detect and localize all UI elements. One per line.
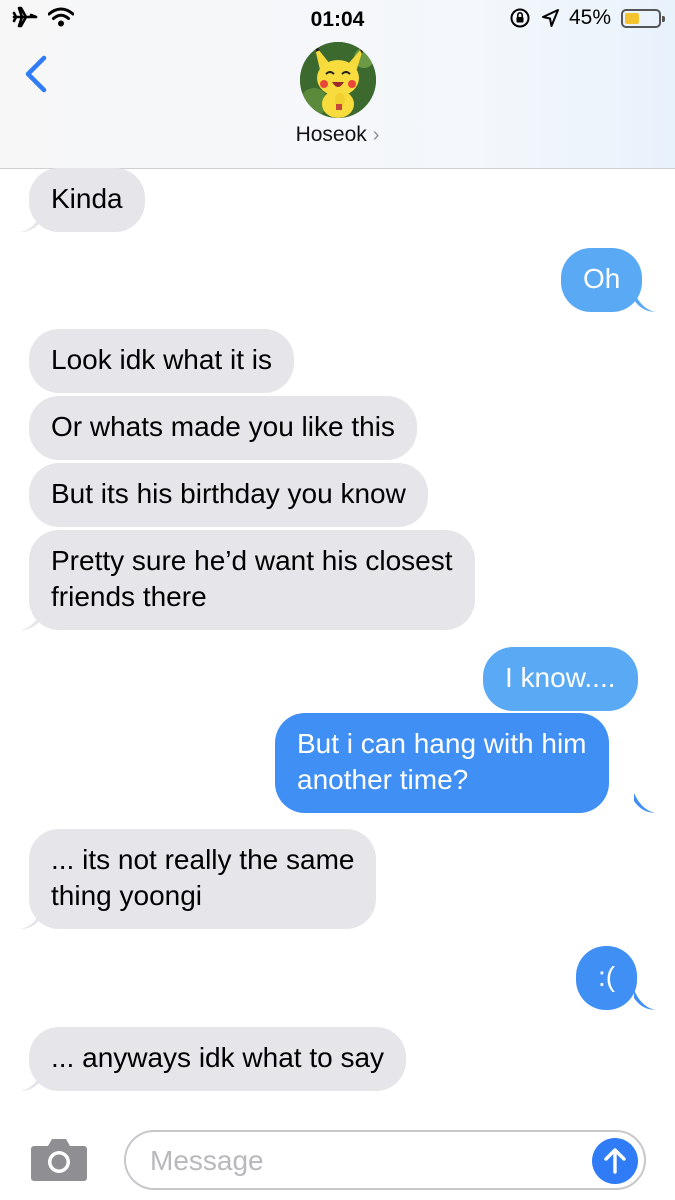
chevron-left-icon bbox=[25, 55, 47, 93]
bubble-tail bbox=[20, 1071, 42, 1091]
camera-icon bbox=[31, 1139, 87, 1181]
bubble-tail bbox=[634, 793, 656, 813]
bubble-tail bbox=[634, 990, 656, 1010]
sent-message[interactable]: I know.... bbox=[483, 647, 638, 711]
bubble-tail bbox=[634, 292, 656, 312]
pikachu-avatar-image bbox=[300, 42, 376, 118]
battery-icon bbox=[621, 8, 665, 28]
received-message[interactable]: Kinda bbox=[29, 168, 145, 232]
message-input[interactable] bbox=[148, 1140, 582, 1182]
chevron-right-icon: › bbox=[372, 124, 380, 146]
contact-avatar[interactable] bbox=[300, 42, 376, 118]
sent-message[interactable]: Oh bbox=[561, 248, 643, 312]
bubble-tail bbox=[20, 909, 42, 929]
received-message[interactable]: Pretty sure he’d want his closest friend… bbox=[29, 530, 475, 630]
contact-name-button[interactable]: Hoseok › bbox=[0, 123, 675, 147]
sent-message[interactable]: :( bbox=[576, 946, 638, 1010]
camera-button[interactable] bbox=[30, 1136, 88, 1182]
received-message[interactable]: ... its not really the same thing yoongi bbox=[29, 829, 377, 929]
arrow-up-icon bbox=[604, 1148, 626, 1174]
bubble-tail bbox=[20, 610, 42, 630]
location-icon bbox=[541, 9, 559, 27]
status-bar: 01:04 45% bbox=[0, 0, 675, 38]
sent-message[interactable]: But i can hang with him another time? bbox=[275, 713, 609, 813]
received-message[interactable]: ... anyways idk what to say bbox=[29, 1027, 407, 1091]
contact-name: Hoseok bbox=[295, 123, 367, 146]
battery-percent: 45% bbox=[568, 6, 611, 29]
orientation-lock-icon bbox=[510, 8, 530, 28]
received-message[interactable]: Or whats made you like this bbox=[29, 396, 417, 460]
message-input-box[interactable] bbox=[124, 1130, 646, 1190]
back-button[interactable] bbox=[18, 52, 58, 96]
received-message[interactable]: Look idk what it is bbox=[29, 329, 294, 393]
bubble-tail bbox=[20, 212, 42, 232]
received-message[interactable]: But its his birthday you know bbox=[29, 463, 428, 527]
send-button[interactable] bbox=[592, 1138, 638, 1184]
